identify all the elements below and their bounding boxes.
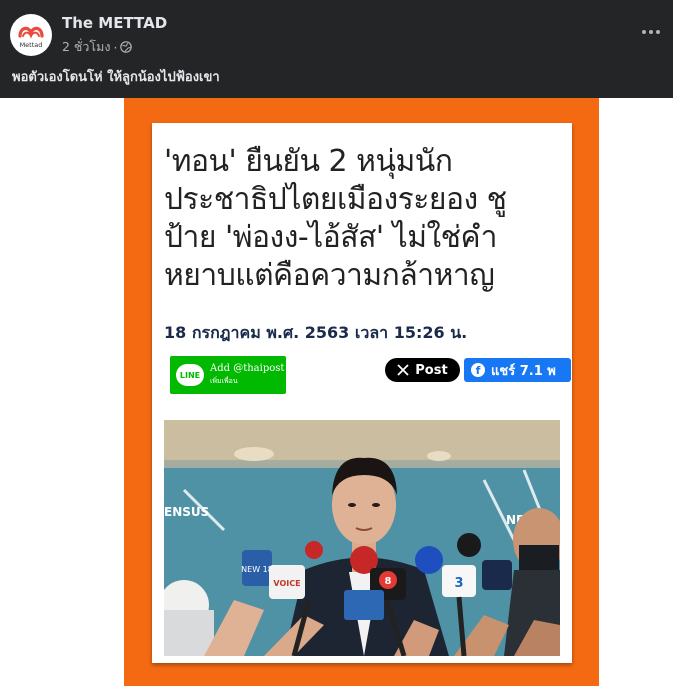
- press-scene-illustration: ENSUS NEW 18 VOICE 8 3: [164, 420, 560, 656]
- line-sub-label: เพิ่มเพื่อน: [210, 377, 238, 385]
- headline-line: 'ทอน' ยืนยัน 2 หนุ่มนัก: [164, 144, 453, 179]
- news-photo: ENSUS NEW 18 VOICE 8 3: [164, 420, 560, 656]
- mic-label: VOICE: [273, 579, 300, 588]
- banner-left-text: ENSUS: [164, 505, 209, 519]
- post-header: Mettad The METTAD 2 ชั่วโมง ·: [0, 0, 673, 62]
- more-dot-icon: [642, 30, 646, 34]
- more-options-button[interactable]: [639, 20, 663, 44]
- post-caption: พอตัวเองโดนโห่ ให้ลูกน้องไปฟ้องเขา: [12, 70, 220, 85]
- line-add-label: Add @thaipost: [210, 363, 285, 374]
- avatar-text: Mettad: [20, 41, 43, 49]
- post-meta: 2 ชั่วโมง ·: [62, 37, 133, 57]
- x-logo-icon: [397, 364, 409, 376]
- more-dot-icon: [649, 30, 653, 34]
- article-date: 18 กรกฎาคม พ.ศ. 2563 เวลา 15:26 น.: [164, 323, 468, 342]
- x-post-label: Post: [415, 362, 448, 378]
- page-name-link[interactable]: The METTAD: [62, 14, 167, 32]
- mic-label: 3: [454, 576, 463, 591]
- line-logo-icon: LINE: [176, 364, 204, 386]
- microphone-icon: [344, 590, 384, 620]
- meta-separator: ·: [113, 39, 118, 55]
- more-dot-icon: [656, 30, 660, 34]
- post-time[interactable]: 2 ชั่วโมง: [62, 37, 111, 57]
- microphone-icon: [482, 560, 512, 590]
- mettad-logo-icon: Mettad: [11, 15, 51, 55]
- facebook-share-button[interactable]: f แชร์ 7.1 พ: [464, 358, 571, 382]
- headline-line: ประชาธิปไตยเมืองระยอง ชู: [164, 182, 507, 217]
- article-card: 'ทอน' ยืนยัน 2 หนุ่มนัก ประชาธิปไตยเมือง…: [152, 123, 572, 663]
- facebook-logo-icon: f: [471, 363, 485, 377]
- globe-icon: [120, 41, 133, 53]
- headline-line: ป้าย 'พ่องง-ไอ้สัส' ไม่ใช่คำ: [164, 220, 497, 255]
- mic-label: NEW 18: [241, 565, 273, 574]
- x-post-button[interactable]: Post: [385, 358, 460, 382]
- line-button-text: Add @thaipost เพิ่มเพื่อน: [210, 363, 284, 387]
- line-add-friend-button[interactable]: LINE Add @thaipost เพิ่มเพื่อน: [170, 356, 286, 394]
- headline-line: หยาบแต่คือความกล้าหาญ: [164, 258, 495, 293]
- page-avatar[interactable]: Mettad: [10, 14, 52, 56]
- mic-label: 8: [385, 576, 392, 587]
- post-image[interactable]: 'ทอน' ยืนยัน 2 หนุ่มนัก ประชาธิปไตยเมือง…: [0, 98, 673, 686]
- article-headline: 'ทอน' ยืนยัน 2 หนุ่มนัก ประชาธิปไตยเมือง…: [164, 143, 564, 295]
- facebook-share-label: แชร์ 7.1 พ: [491, 363, 556, 379]
- facebook-post: Mettad The METTAD 2 ชั่วโมง · พอตัวเองโด…: [0, 0, 673, 686]
- orange-frame: 'ทอน' ยืนยัน 2 หนุ่มนัก ประชาธิปไตยเมือง…: [124, 98, 599, 686]
